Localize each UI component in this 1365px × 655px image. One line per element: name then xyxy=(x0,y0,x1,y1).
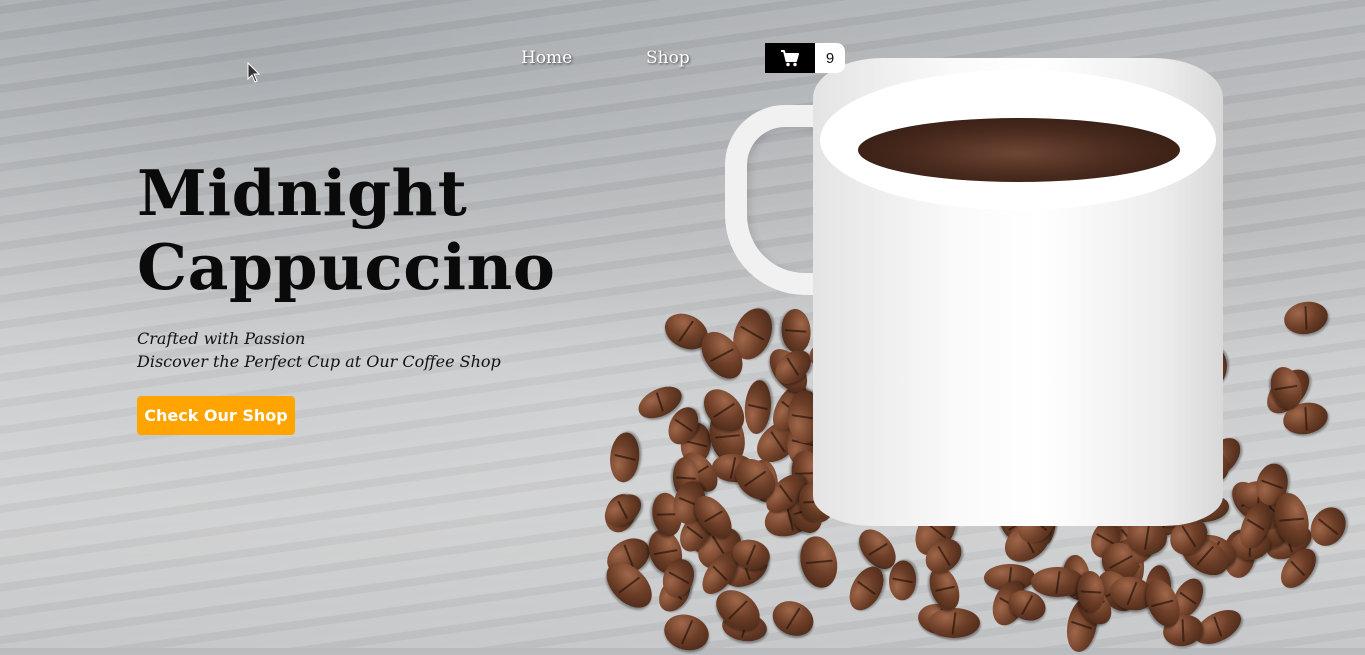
top-nav: Home Shop 9 xyxy=(0,0,1365,110)
hero-title-line-1: Midnight xyxy=(137,156,468,230)
nav-link-home[interactable]: Home xyxy=(521,48,572,68)
hero-title: Midnight Cappuccino xyxy=(137,156,555,304)
coffee-bean xyxy=(927,607,981,638)
nav-link-shop[interactable]: Shop xyxy=(646,48,690,68)
coffee-bean xyxy=(795,532,843,591)
hero-subtitle-line-2: Discover the Perfect Cup at Our Coffee S… xyxy=(137,352,501,371)
mouse-cursor-icon xyxy=(247,62,261,83)
hero-subtitle: Crafted with Passion Discover the Perfec… xyxy=(137,327,501,373)
coffee-surface xyxy=(858,118,1180,182)
coffee-bean xyxy=(608,431,642,484)
coffee-bean xyxy=(1281,298,1331,338)
hero-title-line-2: Cappuccino xyxy=(137,230,556,304)
coffee-bean xyxy=(742,378,773,435)
cart-button[interactable]: 9 xyxy=(765,43,845,73)
coffee-bean xyxy=(779,308,813,354)
cart-icon xyxy=(765,43,815,73)
coffee-bean xyxy=(660,609,714,655)
cart-count-badge: 9 xyxy=(815,43,845,73)
coffee-bean xyxy=(888,560,918,602)
coffee-bean xyxy=(1304,500,1353,552)
check-our-shop-button[interactable]: Check Our Shop xyxy=(137,396,295,435)
hero-subtitle-line-1: Crafted with Passion xyxy=(137,329,306,348)
coffee-bean xyxy=(766,594,819,642)
